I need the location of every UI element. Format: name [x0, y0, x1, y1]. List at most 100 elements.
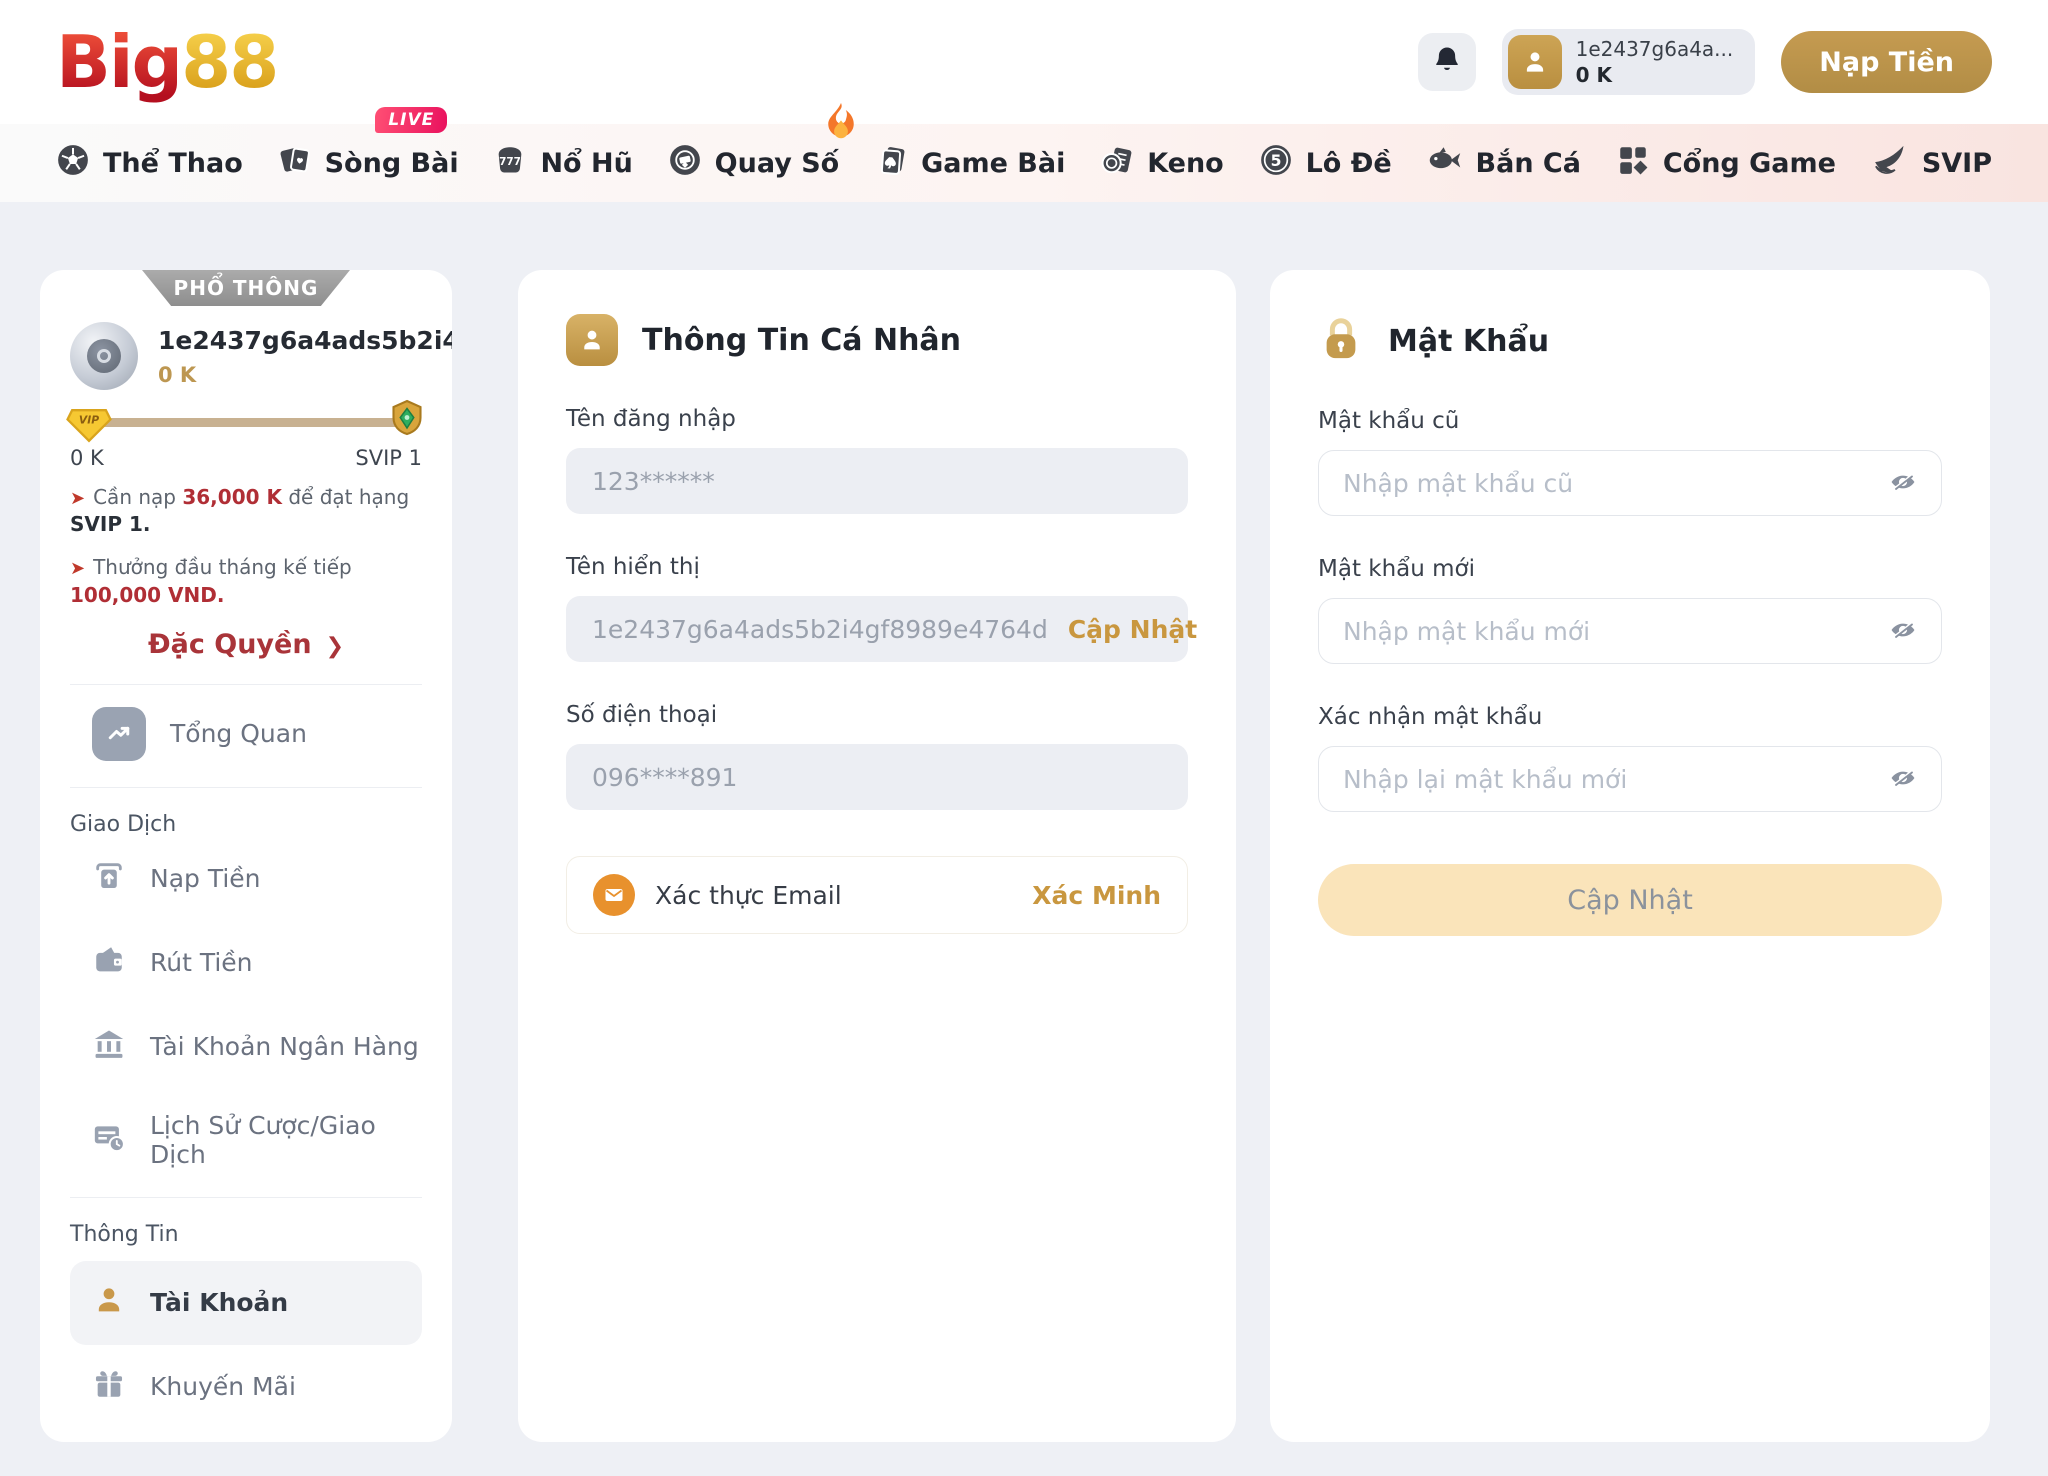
sidebar-item-withdraw[interactable]: Rút Tiền [70, 921, 422, 1005]
svip-wing-icon [1871, 143, 1909, 184]
chevron-right-icon: ❯ [326, 634, 344, 659]
toggle-old-password-visibility[interactable] [1889, 468, 1917, 499]
nav-item-game-bai[interactable]: Game Bài [874, 143, 1065, 184]
display-name-value-box: 1e2437g6a4ads5b2i4gf8989e4764d Cập Nhật [566, 596, 1188, 662]
confirm-password-field: Xác nhận mật khẩu [1318, 704, 1942, 812]
sidebar-item-label: Tổng Quan [170, 719, 307, 748]
sidebar-item-account[interactable]: Tài Khoản [70, 1261, 422, 1345]
nav-label: Quay Số [715, 148, 840, 179]
section-info-label: Thông Tin [70, 1222, 422, 1247]
email-icon [593, 874, 635, 916]
nav-label: Bắn Cá [1476, 148, 1581, 179]
username-value: 123****** [592, 467, 715, 496]
site-logo[interactable]: Big88 [56, 20, 277, 104]
number-5-circle-icon: 5 [1259, 143, 1293, 184]
nav-item-quay-so[interactable]: Quay Số [668, 143, 840, 184]
divider [70, 1197, 422, 1198]
old-password-label: Mật khẩu cũ [1318, 408, 1942, 434]
sidebar-username: 1e2437g6a4ads5b2i4gf8... [158, 326, 452, 355]
divider [70, 787, 422, 788]
notifications-button[interactable] [1418, 33, 1476, 91]
flame-icon [823, 101, 859, 148]
header-actions: 1e2437g6a4a... 0 K Nạp Tiền [1418, 29, 1992, 95]
new-password-field: Mật khẩu mới [1318, 556, 1942, 664]
sidebar-balance: 0 K [158, 363, 452, 387]
svg-text:777: 777 [500, 155, 522, 167]
sidebar-item-label: Tài Khoản [150, 1288, 288, 1317]
sidebar-item-bank-account[interactable]: Tài Khoản Ngân Hàng [70, 1005, 422, 1089]
update-display-name-link[interactable]: Cập Nhật [1068, 615, 1197, 644]
arrow-bullet-icon: ➤ [70, 558, 85, 579]
account-sidebar: PHỔ THÔNG 1e2437g6a4ads5b2i4gf8... 0 K V… [40, 270, 452, 1442]
svip-medal-icon [386, 398, 428, 444]
logo-text-big: Big [56, 20, 181, 104]
nav-item-the-thao[interactable]: Thể Thao [56, 143, 243, 184]
nav-item-no-hu[interactable]: 777 Nổ Hũ [493, 143, 632, 184]
nav-item-lo-de[interactable]: 5 Lô Đề [1259, 143, 1392, 184]
lock-icon [1318, 314, 1364, 368]
old-password-field: Mật khẩu cũ [1318, 408, 1942, 516]
nav-item-svip[interactable]: SVIP [1871, 143, 1992, 184]
soccer-icon [56, 143, 90, 184]
header-username: 1e2437g6a4a... [1576, 36, 1734, 62]
sidebar-user-row: 1e2437g6a4ads5b2i4gf8... 0 K [70, 322, 422, 390]
toggle-confirm-password-visibility[interactable] [1889, 764, 1917, 795]
update-password-button[interactable]: Cập Nhật [1318, 864, 1942, 936]
confirm-password-input[interactable] [1343, 765, 1889, 794]
old-password-input[interactable] [1343, 469, 1889, 498]
bank-icon [92, 1027, 126, 1067]
privileges-link[interactable]: Đặc Quyền❯ [70, 629, 422, 660]
nav-label: Sòng Bài [325, 148, 459, 179]
gift-icon [92, 1367, 126, 1407]
card-stack-icon [874, 143, 908, 184]
fish-icon [1427, 143, 1463, 184]
sidebar-item-label: Lịch Sử Cược/Giao Dịch [150, 1111, 422, 1169]
header-user-badge[interactable]: 1e2437g6a4a... 0 K [1502, 29, 1756, 95]
wallet-icon [92, 943, 126, 983]
nav-item-song-bai[interactable]: LIVE Sòng Bài [278, 143, 459, 184]
sidebar-item-label: Tài Khoản Ngân Hàng [150, 1032, 419, 1061]
sidebar-item-promotions[interactable]: Khuyến Mãi [70, 1345, 422, 1429]
verify-email-link[interactable]: Xác Minh [1032, 881, 1161, 910]
sidebar-item-deposit[interactable]: Nạp Tiền [70, 837, 422, 921]
progress-right-label: SVIP 1 [355, 446, 422, 470]
confirm-password-label: Xác nhận mật khẩu [1318, 704, 1942, 730]
vip-diamond-icon: VIP [66, 404, 112, 448]
progress-track [76, 418, 412, 427]
header-balance: 0 K [1576, 62, 1734, 88]
nav-item-cong-game[interactable]: Cổng Game [1616, 143, 1836, 184]
username-label: Tên đăng nhập [566, 406, 1188, 432]
history-card-clock-icon [92, 1120, 126, 1160]
vip-notes: ➤Cần nạp 36,000 K để đạt hạng SVIP 1. ➤T… [70, 484, 422, 609]
user-avatar-icon [1508, 35, 1562, 89]
sidebar-item-history[interactable]: Lịch Sử Cược/Giao Dịch [70, 1089, 422, 1191]
lottery-wheel-icon [668, 143, 702, 184]
slot-777-icon: 777 [493, 143, 527, 184]
username-value-box: 123****** [566, 448, 1188, 514]
nav-label: Keno [1147, 148, 1224, 179]
toggle-new-password-visibility[interactable] [1889, 616, 1917, 647]
nav-label: Cổng Game [1663, 148, 1836, 179]
logo-text-88: 88 [181, 20, 277, 104]
top-header: Big88 1e2437g6a4a... 0 K Nạp Tiền [0, 0, 2048, 124]
new-password-input[interactable] [1343, 617, 1889, 646]
bell-icon [1432, 45, 1462, 79]
password-card: Mật Khẩu Mật khẩu cũ Mật khẩu mới Xác nh… [1270, 270, 1990, 1442]
display-name-value: 1e2437g6a4ads5b2i4gf8989e4764d [592, 615, 1048, 644]
note-deposit-needed: ➤Cần nạp 36,000 K để đạt hạng SVIP 1. [70, 484, 422, 538]
deposit-atm-icon [92, 859, 126, 899]
nav-item-keno[interactable]: Keno [1100, 143, 1224, 184]
user-icon [92, 1283, 126, 1323]
nav-item-ban-ca[interactable]: Bắn Cá [1427, 143, 1581, 184]
sidebar-item-overview[interactable]: Tổng Quan [70, 685, 422, 783]
vip-progress-bar: VIP [70, 400, 422, 444]
profile-title-user-icon [566, 314, 618, 366]
eye-off-icon [1889, 764, 1917, 795]
display-name-label: Tên hiển thị [566, 554, 1188, 580]
casino-cards-icon [278, 143, 312, 184]
header-deposit-button[interactable]: Nạp Tiền [1781, 31, 1992, 93]
svg-text:VIP: VIP [79, 413, 99, 426]
email-verification-row: Xác thực Email Xác Minh [566, 856, 1188, 934]
phone-field: Số điện thoại 096****891 [566, 702, 1188, 810]
nav-label: Lô Đề [1306, 148, 1392, 179]
